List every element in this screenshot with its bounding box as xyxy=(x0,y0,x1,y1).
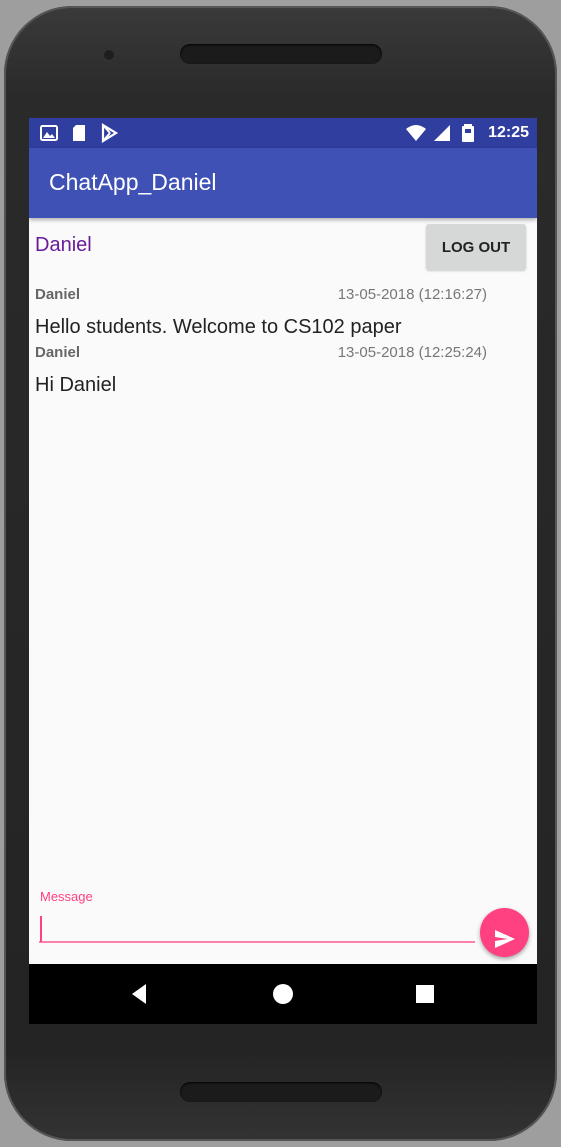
message-text: Hi Daniel xyxy=(35,374,117,396)
app-title: ChatApp_Daniel xyxy=(49,169,217,195)
navigation-bar xyxy=(29,964,537,1024)
message-text: Hello students. Welcome to CS102 paper xyxy=(35,316,402,338)
front-camera xyxy=(102,48,116,62)
text-cursor xyxy=(40,916,42,942)
home-icon[interactable] xyxy=(268,979,298,1009)
signal-icon xyxy=(434,125,451,141)
image-icon xyxy=(40,125,58,141)
screen: 12:25 ChatApp_Daniel Daniel LOG OUT Dani… xyxy=(29,118,537,1024)
clock: 12:25 xyxy=(488,124,529,141)
send-button[interactable] xyxy=(480,908,529,957)
message-input-label: Message xyxy=(40,889,93,904)
recents-icon[interactable] xyxy=(410,979,440,1009)
speaker-grille-top xyxy=(180,44,382,64)
play-store-icon xyxy=(101,123,119,143)
message-item: Daniel 13-05-2018 (12:25:24) Hi Daniel xyxy=(35,344,487,397)
status-bar: 12:25 xyxy=(29,118,537,148)
speaker-grille-bottom xyxy=(180,1082,382,1102)
send-icon xyxy=(495,929,515,948)
message-input[interactable] xyxy=(39,911,475,943)
sd-card-icon xyxy=(73,125,85,141)
battery-icon xyxy=(462,124,475,142)
message-timestamp: 13-05-2018 (12:25:24) xyxy=(337,344,487,361)
current-username: Daniel xyxy=(35,234,92,256)
app-bar: ChatApp_Daniel xyxy=(29,148,537,218)
wifi-icon xyxy=(406,125,427,141)
message-item: Daniel 13-05-2018 (12:16:27) Hello stude… xyxy=(35,286,487,339)
logout-button[interactable]: LOG OUT xyxy=(426,224,526,270)
back-icon[interactable] xyxy=(125,979,155,1009)
phone-frame: 12:25 ChatApp_Daniel Daniel LOG OUT Dani… xyxy=(4,6,557,1141)
message-timestamp: 13-05-2018 (12:16:27) xyxy=(337,286,487,303)
message-sender: Daniel xyxy=(35,344,81,361)
message-sender: Daniel xyxy=(35,286,81,303)
